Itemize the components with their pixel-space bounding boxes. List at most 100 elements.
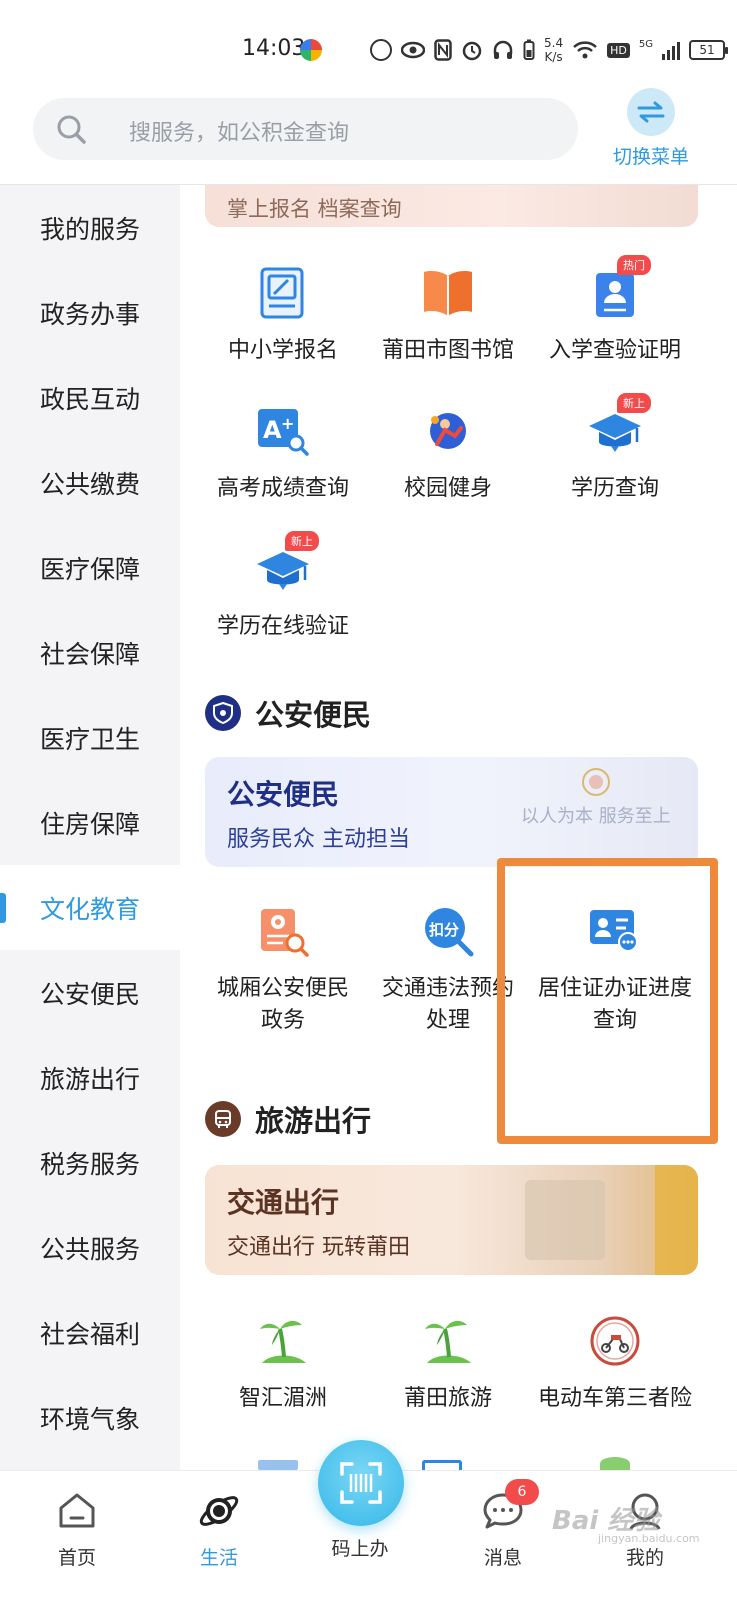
net-speed-value: 5.4 bbox=[544, 36, 564, 50]
battery-level: 51 bbox=[699, 43, 715, 57]
scan-code-button[interactable] bbox=[318, 1440, 404, 1526]
sidebar-item-label: 政务办事 bbox=[40, 299, 141, 329]
service-label: 电动车第三者险 bbox=[537, 1386, 692, 1411]
search-placeholder: 搜服务，如公积金查询 bbox=[129, 121, 350, 146]
sidebar-item-my-services[interactable]: 我的服务 bbox=[0, 185, 180, 270]
fitness-icon bbox=[420, 403, 476, 459]
switch-menu-button[interactable]: 切换菜单 bbox=[610, 88, 692, 169]
hd-indicator: HD bbox=[607, 42, 630, 58]
service-degree-query[interactable]: 新上 学历查询 bbox=[530, 393, 700, 505]
travel-banner-title: 交通出行 bbox=[227, 1186, 340, 1219]
palm-island-icon bbox=[420, 1313, 476, 1369]
search-icon bbox=[57, 115, 86, 144]
alarm-icon bbox=[462, 41, 482, 61]
sidebar-item-label: 政民互动 bbox=[40, 384, 141, 414]
nav-label: 码上办 bbox=[331, 1538, 389, 1560]
palm-island-icon bbox=[255, 1313, 311, 1369]
score-search-icon: A + bbox=[255, 403, 311, 459]
wifi-icon bbox=[573, 41, 597, 59]
sidebar-item-housing[interactable]: 住房保障 bbox=[0, 780, 180, 865]
battery-icon: 51 bbox=[688, 40, 728, 60]
category-sidebar: 我的服务 政务办事 政民互动 公共缴费 医疗保障 社会保障 医疗卫生 住房保障 … bbox=[0, 185, 180, 1470]
scan-code-icon bbox=[340, 1462, 382, 1504]
e-scooter-icon bbox=[587, 1313, 643, 1369]
sidebar-item-label: 环境气象 bbox=[40, 1404, 141, 1434]
partial-service-icon bbox=[258, 1460, 298, 1470]
sidebar-item-label: 医疗卫生 bbox=[40, 724, 141, 754]
police-banner-title: 公安便民 bbox=[227, 778, 340, 811]
service-degree-online-verification[interactable]: 新上 学历在线验证 bbox=[198, 531, 368, 643]
chat-icon: 6 bbox=[481, 1479, 539, 1533]
data-saver-icon bbox=[370, 39, 392, 61]
section-header-police: 公安便民 bbox=[205, 693, 371, 733]
service-label: 莆田旅游 bbox=[403, 1386, 492, 1411]
nav-messages[interactable]: 6 消息 bbox=[453, 1479, 553, 1570]
sidebar-item-government-affairs[interactable]: 政务办事 bbox=[0, 270, 180, 355]
deduct-points-text: 扣分 bbox=[429, 921, 459, 939]
police-doc-icon bbox=[255, 903, 311, 959]
sidebar-item-label: 旅游出行 bbox=[40, 1064, 141, 1094]
sidebar-item-social-security[interactable]: 社会保障 bbox=[0, 610, 180, 695]
travel-banner[interactable]: 交通出行 交通出行 玩转莆田 bbox=[205, 1165, 698, 1275]
graduation-cap-icon: 新上 bbox=[587, 393, 651, 459]
sidebar-item-label: 公共缴费 bbox=[40, 469, 141, 499]
network-type: 5G bbox=[638, 38, 653, 50]
service-e-scooter-insurance[interactable]: 电动车第三者险 bbox=[530, 1313, 700, 1415]
sidebar-item-environment-weather[interactable]: 环境气象 bbox=[0, 1375, 180, 1460]
net-speed: 5.4 K/s bbox=[544, 36, 563, 64]
service-gaokao-score[interactable]: A + 高考成绩查询 bbox=[198, 403, 368, 505]
sidebar-item-public-payment[interactable]: 公共缴费 bbox=[0, 440, 180, 525]
service-campus-fitness[interactable]: 校园健身 bbox=[363, 403, 533, 505]
message-count-badge: 6 bbox=[505, 1479, 539, 1505]
sidebar-item-medical-insurance[interactable]: 医疗保障 bbox=[0, 525, 180, 610]
open-book-icon bbox=[420, 265, 476, 321]
sidebar-item-social-welfare[interactable]: 社会福利 bbox=[0, 1290, 180, 1375]
sidebar-item-label: 住房保障 bbox=[40, 809, 141, 839]
service-label: 学历在线验证 bbox=[216, 614, 349, 639]
sidebar-item-label: 医疗保障 bbox=[40, 554, 141, 584]
sidebar-item-label: 文化教育 bbox=[40, 894, 141, 924]
sidebar-item-label: 公安便民 bbox=[40, 979, 141, 1009]
service-enrollment-certificate[interactable]: 热门 入学查验证明 bbox=[530, 255, 700, 367]
section-header-travel: 旅游出行 bbox=[205, 1099, 371, 1139]
sidebar-item-label: 税务服务 bbox=[40, 1149, 141, 1179]
service-chengxiang-police-affairs[interactable]: 城厢公安便民政务 bbox=[198, 903, 368, 1037]
status-icons: 5.4 K/s HD 5G 51 bbox=[300, 30, 728, 70]
police-banner-subtitle: 服务民众 主动担当 bbox=[227, 827, 410, 852]
police-banner[interactable]: 公安便民 服务民众 主动担当 以人为本 服务至上 bbox=[205, 757, 698, 867]
service-putian-library[interactable]: 莆田市图书馆 bbox=[363, 265, 533, 367]
svg-text:+: + bbox=[281, 414, 294, 433]
search-input[interactable]: 搜服务，如公积金查询 bbox=[33, 98, 578, 160]
sidebar-item-public-services[interactable]: 公共服务 bbox=[0, 1205, 180, 1290]
deduct-points-icon: 扣分 bbox=[420, 903, 476, 959]
planet-icon bbox=[197, 1489, 241, 1533]
travel-banner-graphic-edge bbox=[655, 1165, 698, 1275]
partial-service-icon bbox=[600, 1457, 630, 1470]
sidebar-item-travel[interactable]: 旅游出行 bbox=[0, 1035, 180, 1120]
highlight-annotation-box bbox=[497, 858, 718, 1144]
net-speed-unit: K/s bbox=[544, 50, 563, 64]
service-label: 城厢公安便民政务 bbox=[216, 976, 349, 1033]
home-icon bbox=[55, 1489, 99, 1533]
nav-home[interactable]: 首页 bbox=[27, 1481, 127, 1570]
svg-text:A: A bbox=[263, 416, 282, 444]
sidebar-item-police[interactable]: 公安便民 bbox=[0, 950, 180, 1035]
service-putian-tourism[interactable]: 莆田旅游 bbox=[363, 1313, 533, 1415]
status-time: 14:03 bbox=[242, 36, 306, 61]
police-badge-icon bbox=[205, 695, 241, 731]
new-badge: 新上 bbox=[617, 393, 651, 413]
sidebar-item-tax[interactable]: 税务服务 bbox=[0, 1120, 180, 1205]
sidebar-item-culture-education[interactable]: 文化教育 bbox=[0, 865, 180, 950]
nav-label: 我的 bbox=[625, 1547, 664, 1569]
police-emblem-icon bbox=[582, 768, 610, 796]
service-primary-school-enrollment[interactable]: 中小学报名 bbox=[198, 265, 368, 367]
nav-life[interactable]: 生活 bbox=[169, 1481, 269, 1570]
sidebar-item-label: 社会福利 bbox=[40, 1319, 141, 1349]
education-banner[interactable]: 掌上报名 档案查询 bbox=[205, 185, 698, 227]
nav-label: 消息 bbox=[483, 1547, 522, 1569]
service-label: 智汇湄洲 bbox=[238, 1386, 327, 1411]
sidebar-item-health[interactable]: 医疗卫生 bbox=[0, 695, 180, 780]
sidebar-item-citizen-interaction[interactable]: 政民互动 bbox=[0, 355, 180, 440]
service-zhihui-meizhou[interactable]: 智汇湄洲 bbox=[198, 1313, 368, 1415]
section-title: 旅游出行 bbox=[255, 1104, 372, 1138]
